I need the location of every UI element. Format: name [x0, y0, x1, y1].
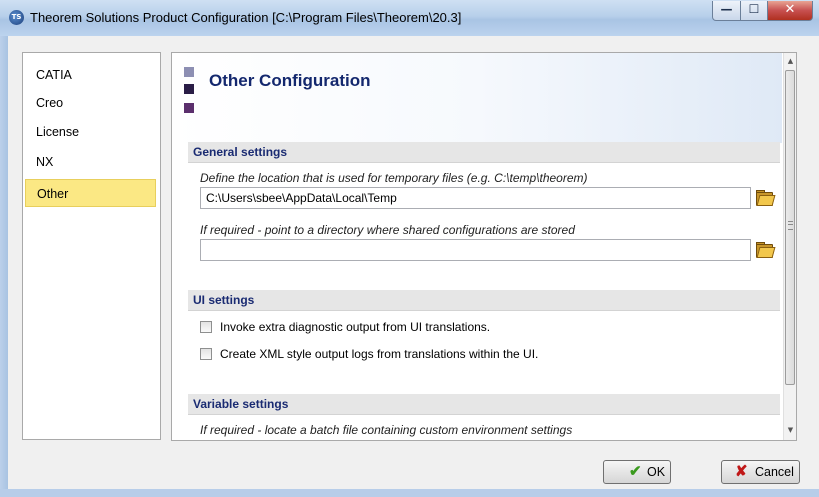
page-banner: Other Configuration — [172, 53, 782, 143]
window-title: Theorem Solutions Product Configuration … — [30, 10, 462, 25]
checkbox-label: Create XML style output logs from transl… — [220, 347, 539, 361]
diagnostic-output-checkbox[interactable] — [200, 321, 212, 333]
cancel-button[interactable]: ✘ Cancel — [721, 460, 800, 484]
checkbox-label: Invoke extra diagnostic output from UI t… — [220, 320, 491, 334]
vertical-scrollbar[interactable]: ▲ ▼ — [783, 53, 796, 440]
section-title: UI settings — [193, 293, 255, 307]
section-header-variable: Variable settings — [188, 394, 780, 415]
temp-location-hint: Define the location that is used for tem… — [200, 171, 588, 185]
section-title: Variable settings — [193, 397, 289, 411]
minimize-button[interactable]: — — [712, 1, 741, 21]
close-icon: ✕ — [784, 2, 796, 17]
theorem-app-icon: TS — [9, 10, 24, 25]
shared-config-input[interactable] — [200, 239, 751, 261]
nav-item-nx[interactable]: NX — [25, 148, 156, 176]
product-nav-list: CATIA Creo License NX Other — [22, 52, 161, 440]
close-button[interactable]: ✕ — [767, 1, 813, 21]
banner-square-icon — [184, 84, 194, 94]
title-bar[interactable]: TS Theorem Solutions Product Configurati… — [0, 0, 819, 36]
browse-temp-folder-button[interactable] — [753, 187, 776, 209]
shared-config-hint: If required - point to a directory where… — [200, 223, 575, 237]
configuration-window: TS Theorem Solutions Product Configurati… — [0, 0, 819, 497]
grip-icon — [788, 221, 793, 230]
banner-square-icon — [184, 67, 194, 77]
window-frame-bottom — [0, 489, 819, 497]
banner-square-icon — [184, 103, 194, 113]
section-header-ui: UI settings — [188, 290, 780, 311]
open-folder-icon — [756, 247, 776, 258]
open-folder-icon — [756, 195, 776, 206]
scrollbar-thumb[interactable] — [785, 70, 795, 385]
ok-button[interactable]: ✔ OK — [603, 460, 671, 484]
nav-item-catia[interactable]: CATIA — [25, 61, 156, 89]
scroll-down-arrow-icon[interactable]: ▼ — [784, 423, 796, 437]
nav-item-license[interactable]: License — [25, 118, 156, 146]
nav-item-other[interactable]: Other — [25, 179, 156, 207]
section-title: General settings — [193, 145, 288, 159]
nav-item-creo[interactable]: Creo — [25, 89, 156, 117]
browse-shared-folder-button[interactable] — [753, 239, 776, 261]
maximize-button[interactable]: ☐ — [740, 1, 768, 21]
maximize-icon: ☐ — [748, 2, 760, 16]
scroll-up-arrow-icon[interactable]: ▲ — [784, 54, 796, 68]
minimize-icon: — — [720, 2, 733, 16]
checkmark-icon: ✔ — [629, 463, 642, 480]
section-header-general: General settings — [188, 142, 780, 163]
cancel-label: Cancel — [755, 465, 794, 479]
cancel-x-icon: ✘ — [735, 463, 748, 480]
settings-panel: Other Configuration General settings Def… — [171, 52, 797, 441]
xml-logs-checkbox[interactable] — [200, 348, 212, 360]
window-frame-left — [0, 36, 8, 497]
page-title: Other Configuration — [209, 71, 371, 90]
ok-label: OK — [647, 465, 666, 479]
batch-file-hint: If required - locate a batch file contai… — [200, 423, 573, 437]
temp-location-input[interactable]: C:\Users\sbee\AppData\Local\Temp — [200, 187, 751, 209]
